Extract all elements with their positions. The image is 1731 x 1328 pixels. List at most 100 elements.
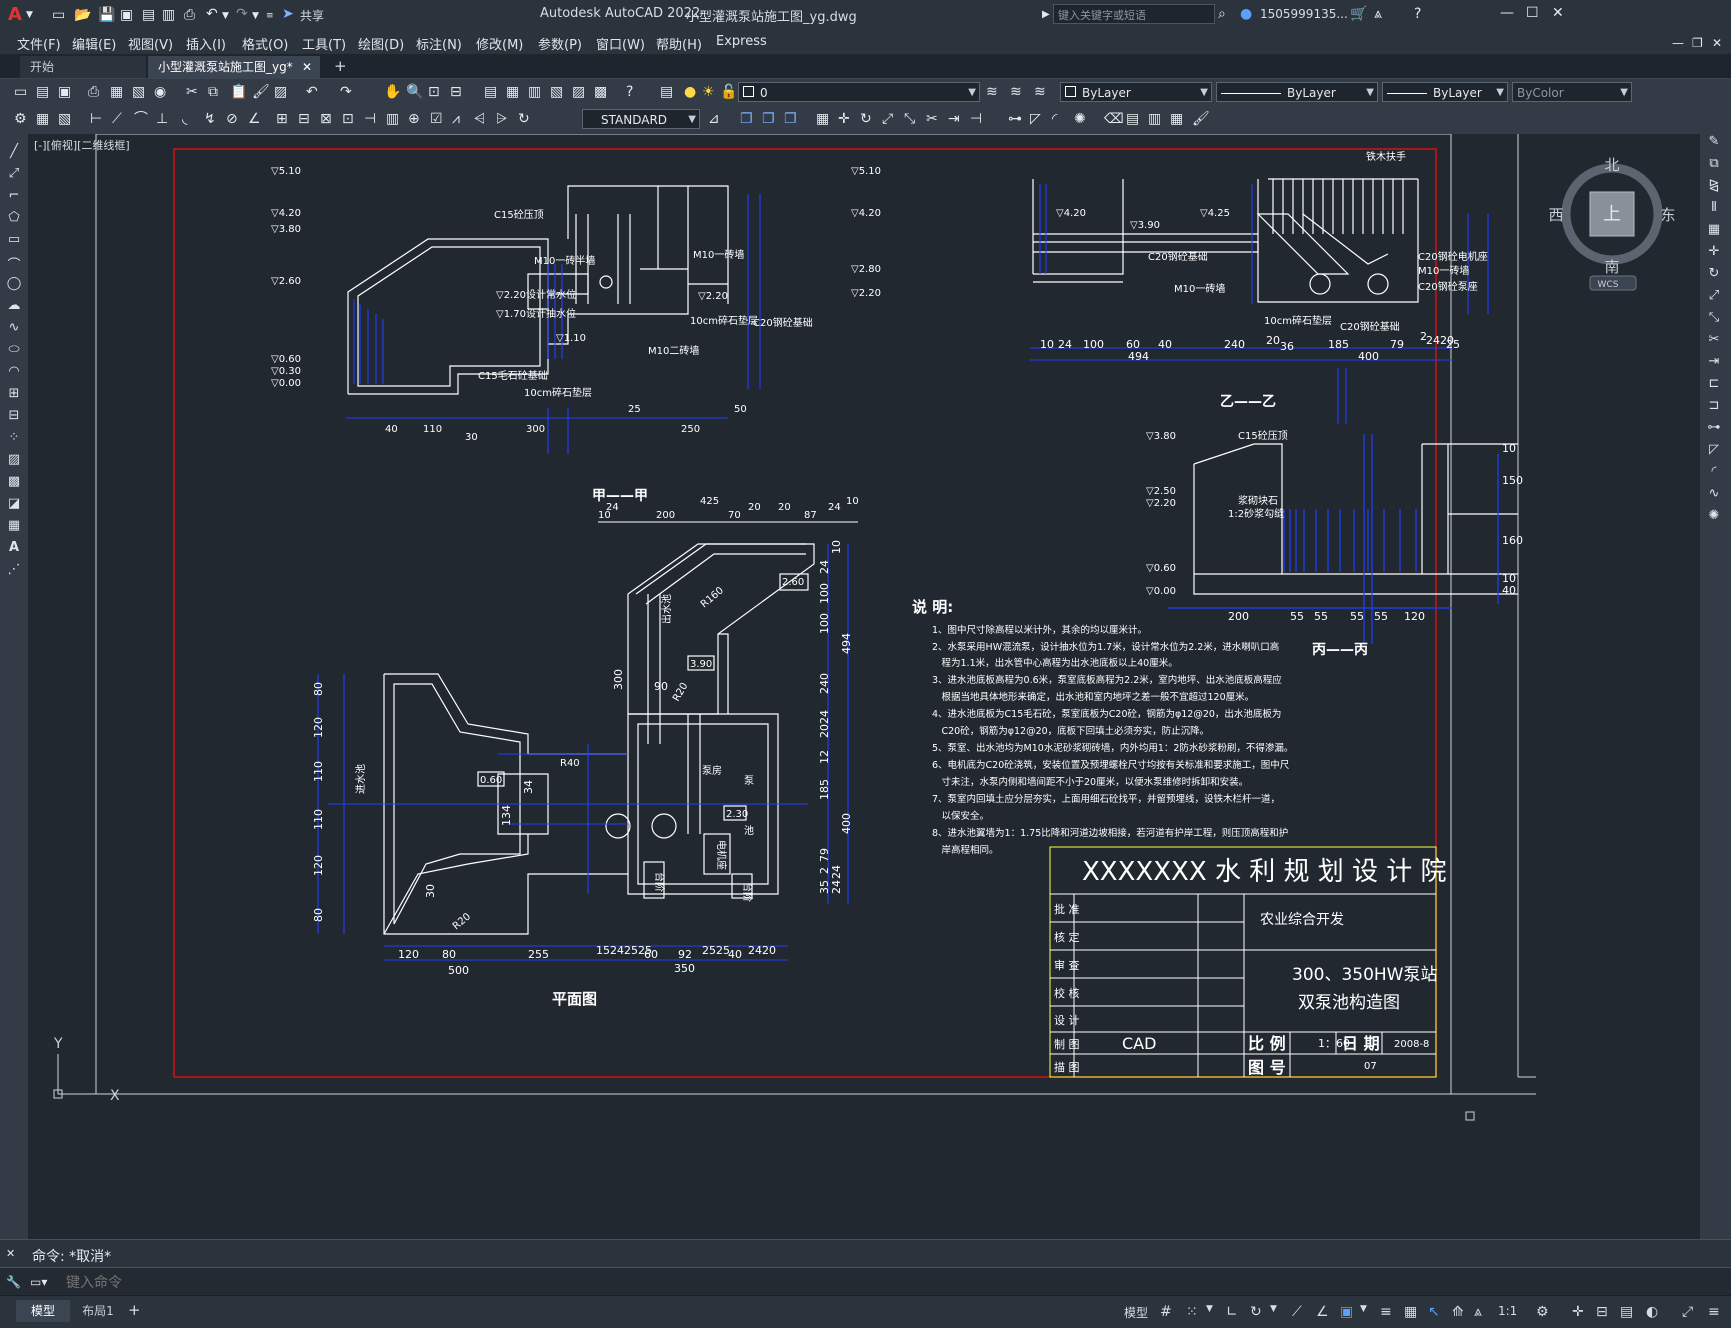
maximize-icon[interactable]: ☐ xyxy=(1526,5,1539,21)
tab-drawing[interactable]: 小型灌溉泵站施工图_yg* ✕ xyxy=(148,56,320,78)
draworder-icon[interactable]: ▤ xyxy=(1126,111,1139,127)
dim-edit-icon[interactable]: ⩤ xyxy=(474,111,485,127)
menu-insert[interactable]: 插入(I) xyxy=(186,34,226,53)
new-file-icon[interactable]: ▭ xyxy=(52,7,65,23)
dimstyle-combo[interactable]: STANDARD ▼ xyxy=(582,109,700,129)
isolate-objects-icon[interactable]: ◐ xyxy=(1646,1304,1658,1320)
group-icon[interactable]: ▥ xyxy=(1148,111,1161,127)
calculator-icon[interactable]: ▩ xyxy=(594,84,607,100)
stretch-r-icon[interactable]: ⤡ xyxy=(1706,310,1722,325)
dim-update-icon[interactable]: ↻ xyxy=(518,111,530,127)
inspect-icon[interactable]: ☑ xyxy=(430,111,443,127)
lineweight-combo[interactable]: ByLayer ▼ xyxy=(1382,82,1508,102)
tolerance-icon[interactable]: ▥ xyxy=(386,111,399,127)
menu-file[interactable]: 文件(F) xyxy=(17,34,61,53)
polar-icon[interactable]: ↻ xyxy=(1250,1304,1262,1320)
block-icon[interactable]: ▦ xyxy=(36,111,49,127)
layer-combo[interactable]: 0 ▼ xyxy=(738,82,980,102)
plot-icon[interactable]: ⎙ xyxy=(184,7,195,23)
rotate-icon[interactable]: ↻ xyxy=(860,111,872,127)
workspace-gear-icon[interactable]: ⚙ xyxy=(1536,1304,1549,1320)
quick-dim-icon[interactable]: ⊞ xyxy=(276,111,288,127)
clean-screen-icon[interactable]: ⤢ xyxy=(1682,1304,1693,1320)
cart-icon[interactable]: 🛒 xyxy=(1350,6,1367,22)
xline-icon[interactable]: ⤢ xyxy=(6,166,22,181)
break-icon[interactable]: ⊣ xyxy=(970,111,982,127)
menu-modify[interactable]: 修改(M) xyxy=(476,34,523,53)
grid-icon[interactable]: # xyxy=(1160,1304,1172,1320)
user-icon[interactable]: ● xyxy=(1240,6,1252,22)
fillet-icon[interactable]: ◜ xyxy=(1052,111,1057,127)
viewcube-top-label[interactable]: 上 xyxy=(1603,204,1621,225)
dim-angular-icon[interactable]: ∠ xyxy=(248,111,261,127)
redo-icon[interactable]: ↷ xyxy=(236,6,248,22)
point-icon[interactable]: ⁘ xyxy=(6,430,22,445)
otrack-icon[interactable]: ∠ xyxy=(1316,1304,1329,1320)
search-input[interactable]: 键入关键字或短语 xyxy=(1053,4,1215,24)
properties-icon[interactable]: ▤ xyxy=(484,84,497,100)
selection-cycling-icon[interactable]: ↖ xyxy=(1428,1304,1440,1320)
make-current-icon[interactable]: ≋ xyxy=(986,84,998,100)
make-block-icon[interactable]: ⊟ xyxy=(6,408,22,423)
rotate-r-icon[interactable]: ↻ xyxy=(1706,266,1722,281)
offset-r-icon[interactable]: ⫴ xyxy=(1706,200,1722,215)
layer-previous-icon[interactable]: ≋ xyxy=(1010,84,1022,100)
ungroup-icon[interactable]: ▦ xyxy=(1170,111,1183,127)
line-icon[interactable]: ╱ xyxy=(6,144,22,159)
new-tab-button[interactable]: + xyxy=(334,57,347,75)
autocad-logo-icon[interactable]: A xyxy=(8,4,22,25)
snap-icon[interactable]: ⁙ xyxy=(1186,1304,1198,1320)
save-web-icon[interactable]: ▥ xyxy=(162,7,175,23)
help-icon[interactable]: ? xyxy=(1414,6,1421,22)
recent-commands-icon[interactable]: ▭▾ xyxy=(30,1274,47,1290)
menu-edit[interactable]: 编辑(E) xyxy=(72,34,116,53)
explode-r-icon[interactable]: ✺ xyxy=(1706,508,1722,523)
array-r-icon[interactable]: ▦ xyxy=(1706,222,1722,237)
pan-icon[interactable]: ✋ xyxy=(384,84,401,100)
menu-help[interactable]: 帮助(H) xyxy=(656,34,702,53)
insert-block-icon[interactable]: ⊞ xyxy=(6,386,22,401)
ortho-icon[interactable]: ∟ xyxy=(1226,1304,1238,1320)
layer-props-icon[interactable]: ▤ xyxy=(660,84,673,100)
polar-dropdown-icon[interactable]: ▼ xyxy=(1270,1304,1277,1314)
osnap-dropdown-icon[interactable]: ▼ xyxy=(1360,1304,1367,1314)
viewport-controls-label[interactable]: [-][俯视][二维线框] xyxy=(34,138,130,152)
mirror-r-icon[interactable]: ⧎ xyxy=(1706,178,1722,193)
undo-icon[interactable]: ↶ xyxy=(206,6,218,22)
help-tb-icon[interactable]: ? xyxy=(626,84,633,100)
undo-tb-icon[interactable]: ↶ xyxy=(306,84,318,100)
break-r-icon[interactable]: ⊐ xyxy=(1706,398,1722,413)
dim-continue-icon[interactable]: ⊠ xyxy=(320,111,332,127)
circle-icon[interactable]: ◯ xyxy=(6,276,22,291)
join-r-icon[interactable]: ⊶ xyxy=(1706,420,1722,435)
move-r-icon[interactable]: ✛ xyxy=(1706,244,1722,259)
doc-minimize-icon[interactable]: — xyxy=(1672,35,1684,51)
model-tab[interactable]: 模型 xyxy=(16,1300,70,1322)
menu-tools[interactable]: 工具(T) xyxy=(302,34,346,53)
mirror-icon[interactable]: ❐ xyxy=(762,111,775,127)
erase-icon[interactable]: ⌫ xyxy=(1104,111,1124,127)
menu-window[interactable]: 窗口(W) xyxy=(596,34,645,53)
dim-aligned-icon[interactable]: ⟋ xyxy=(112,111,122,127)
customize-cmd-icon[interactable]: 🔧 xyxy=(6,1274,21,1290)
compass-east[interactable]: 东 xyxy=(1660,206,1675,224)
extend-icon[interactable]: ⇥ xyxy=(948,111,960,127)
join-icon[interactable]: ⊶ xyxy=(1008,111,1022,127)
qnew-icon[interactable]: ▭ xyxy=(14,84,27,100)
units-icon[interactable]: ⊟ xyxy=(1596,1304,1608,1320)
redo-dropdown-icon[interactable]: ▼ xyxy=(252,8,259,24)
gradient-icon[interactable]: ▩ xyxy=(6,474,22,489)
copy-obj-icon[interactable]: ❐ xyxy=(740,111,753,127)
arc-icon[interactable]: ⌒ xyxy=(6,254,22,273)
save-tb-icon[interactable]: ▣ xyxy=(58,84,71,100)
menu-parametric[interactable]: 参数(P) xyxy=(538,34,582,53)
menu-draw[interactable]: 绘图(D) xyxy=(358,34,404,53)
share-icon[interactable]: ➤ xyxy=(282,6,294,22)
scale-icon[interactable]: ⤢ xyxy=(882,111,893,127)
spline-icon[interactable]: ∿ xyxy=(6,320,22,335)
doc-restore-icon[interactable]: ❐ xyxy=(1692,35,1703,51)
scale-r-icon[interactable]: ⤢ xyxy=(1706,288,1722,303)
copy-icon[interactable]: ⧉ xyxy=(208,84,218,100)
add-selected-icon[interactable]: ⋰ xyxy=(6,562,22,577)
dim-space-icon[interactable]: ⊡ xyxy=(342,111,354,127)
